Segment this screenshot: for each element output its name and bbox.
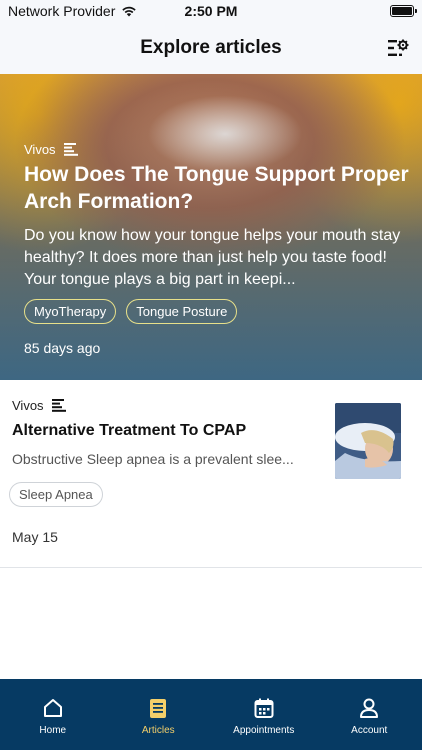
featured-source-label: Vivos bbox=[24, 142, 56, 157]
tag-myotherapy[interactable]: MyoTherapy bbox=[24, 299, 117, 324]
article-list-item[interactable]: Vivos Alternative Treatment To CPAP Obst… bbox=[0, 380, 422, 568]
tab-bar: Home Articles Appointments Account bbox=[0, 679, 422, 750]
article-title: Alternative Treatment To CPAP bbox=[12, 422, 247, 439]
article-description: Obstructive Sleep apnea is a prevalent s… bbox=[12, 451, 294, 467]
featured-article-content: Vivos How Does The Tongue Support Proper… bbox=[24, 142, 410, 324]
featured-article-tags: MyoTherapy Tongue Posture bbox=[24, 299, 410, 324]
articles-icon bbox=[150, 699, 167, 718]
tag-sleep-apnea[interactable]: Sleep Apnea bbox=[9, 482, 103, 507]
wifi-icon bbox=[122, 6, 137, 17]
tag-tongue-posture[interactable]: Tongue Posture bbox=[126, 299, 238, 324]
home-icon bbox=[43, 699, 62, 717]
tab-appointments-label: Appointments bbox=[233, 725, 295, 736]
battery-icon bbox=[390, 5, 417, 17]
article-date: May 15 bbox=[12, 529, 58, 545]
filter-settings-icon bbox=[388, 39, 409, 56]
carrier-label: Network Provider bbox=[8, 3, 116, 19]
status-left: Network Provider bbox=[8, 3, 137, 19]
featured-article-description: Do you know how your tongue helps your m… bbox=[24, 227, 401, 288]
tab-appointments[interactable]: Appointments bbox=[211, 679, 317, 750]
status-time: 2:50 PM bbox=[184, 3, 238, 19]
article-lines-icon bbox=[63, 143, 78, 156]
tab-account[interactable]: Account bbox=[317, 679, 422, 750]
featured-article-source: Vivos bbox=[24, 142, 410, 157]
article-source-label: Vivos bbox=[12, 398, 44, 413]
article-lines-icon bbox=[51, 399, 66, 412]
nav-bar: Explore articles bbox=[0, 22, 422, 74]
tab-home[interactable]: Home bbox=[0, 679, 106, 750]
featured-article-date: 85 days ago bbox=[24, 340, 101, 356]
tab-articles-label: Articles bbox=[141, 725, 175, 736]
calendar-icon bbox=[254, 698, 274, 718]
tab-home-label: Home bbox=[39, 725, 67, 736]
filter-settings-button[interactable] bbox=[386, 36, 410, 60]
tab-articles[interactable]: Articles bbox=[106, 679, 212, 750]
featured-article-title: How Does The Tongue Support Proper Arch … bbox=[24, 163, 409, 213]
tab-account-label: Account bbox=[351, 725, 388, 736]
sleeping-person-image bbox=[335, 403, 401, 479]
article-source: Vivos bbox=[12, 398, 66, 413]
article-thumbnail bbox=[335, 403, 401, 479]
featured-article-card[interactable]: Vivos How Does The Tongue Support Proper… bbox=[0, 74, 422, 380]
user-icon bbox=[360, 698, 379, 718]
status-bar: Network Provider 2:50 PM bbox=[0, 0, 422, 22]
page-title: Explore articles bbox=[140, 37, 282, 58]
